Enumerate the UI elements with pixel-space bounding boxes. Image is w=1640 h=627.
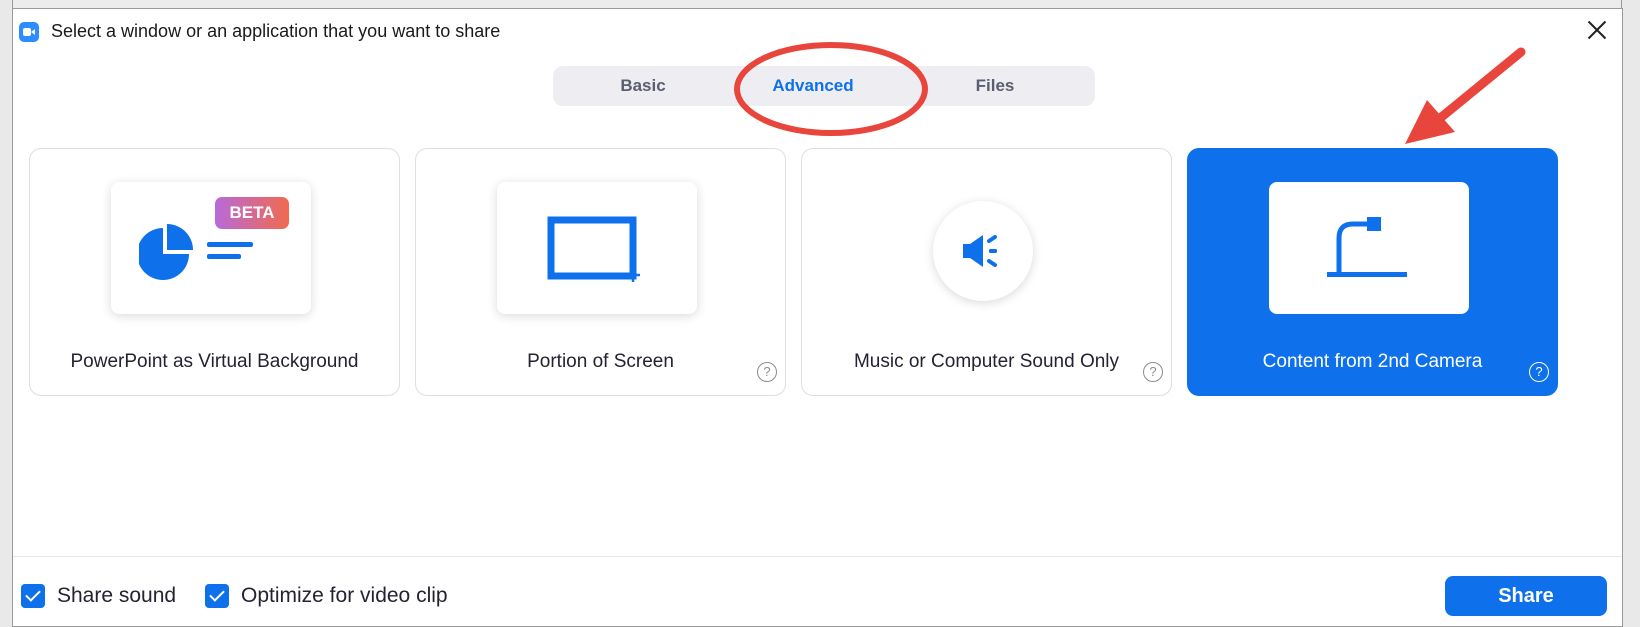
- red-arrow-annotation: [1405, 47, 1526, 144]
- powerpoint-icon: [139, 224, 253, 280]
- tab-basic[interactable]: Basic: [553, 66, 733, 106]
- card-label: PowerPoint as Virtual Background: [70, 351, 359, 372]
- help-icon[interactable]: ?: [757, 362, 777, 382]
- card-thumbnail: BETA: [111, 182, 311, 314]
- document-camera-icon: [1327, 217, 1407, 277]
- card-label: Music or Computer Sound Only: [853, 351, 1120, 372]
- background-window-right: [1621, 0, 1640, 627]
- red-circle-annotation: [734, 42, 928, 136]
- tab-files[interactable]: Files: [905, 66, 1085, 106]
- card-label: Content from 2nd Camera: [1262, 351, 1483, 372]
- screen-portion-icon: [547, 216, 640, 282]
- card-thumbnail: [497, 182, 697, 314]
- speaker-icon: [963, 235, 997, 267]
- card-computer-sound[interactable]: Music or Computer Sound Only ?: [801, 148, 1172, 396]
- card-thumbnail: [1269, 182, 1469, 314]
- checkbox-label: Share sound: [57, 584, 177, 607]
- help-icon[interactable]: ?: [1143, 362, 1163, 382]
- card-label: Portion of Screen: [527, 351, 674, 372]
- card-portion-of-screen[interactable]: Portion of Screen ?: [415, 148, 786, 396]
- footer-divider: [13, 556, 1622, 557]
- dialog-title: Select a window or an application that y…: [51, 21, 501, 41]
- share-screen-dialog: Select a window or an application that y…: [12, 8, 1623, 627]
- sound-circle: [933, 201, 1033, 301]
- card-second-camera[interactable]: Content from 2nd Camera ?: [1187, 148, 1558, 396]
- share-sound-checkbox[interactable]: Share sound: [21, 581, 176, 611]
- card-powerpoint-background[interactable]: BETA PowerPoint as Virtual Background: [29, 148, 400, 396]
- zoom-app-icon: [19, 22, 39, 42]
- help-icon[interactable]: ?: [1529, 362, 1549, 382]
- beta-badge: BETA: [215, 197, 289, 229]
- checkbox-label: Optimize for video clip: [241, 584, 448, 607]
- optimize-video-checkbox[interactable]: Optimize for video clip: [205, 581, 448, 611]
- checkbox-checked-icon[interactable]: [21, 584, 45, 608]
- checkbox-checked-icon[interactable]: [205, 584, 229, 608]
- share-button[interactable]: Share: [1445, 576, 1607, 616]
- close-button[interactable]: [1586, 19, 1608, 41]
